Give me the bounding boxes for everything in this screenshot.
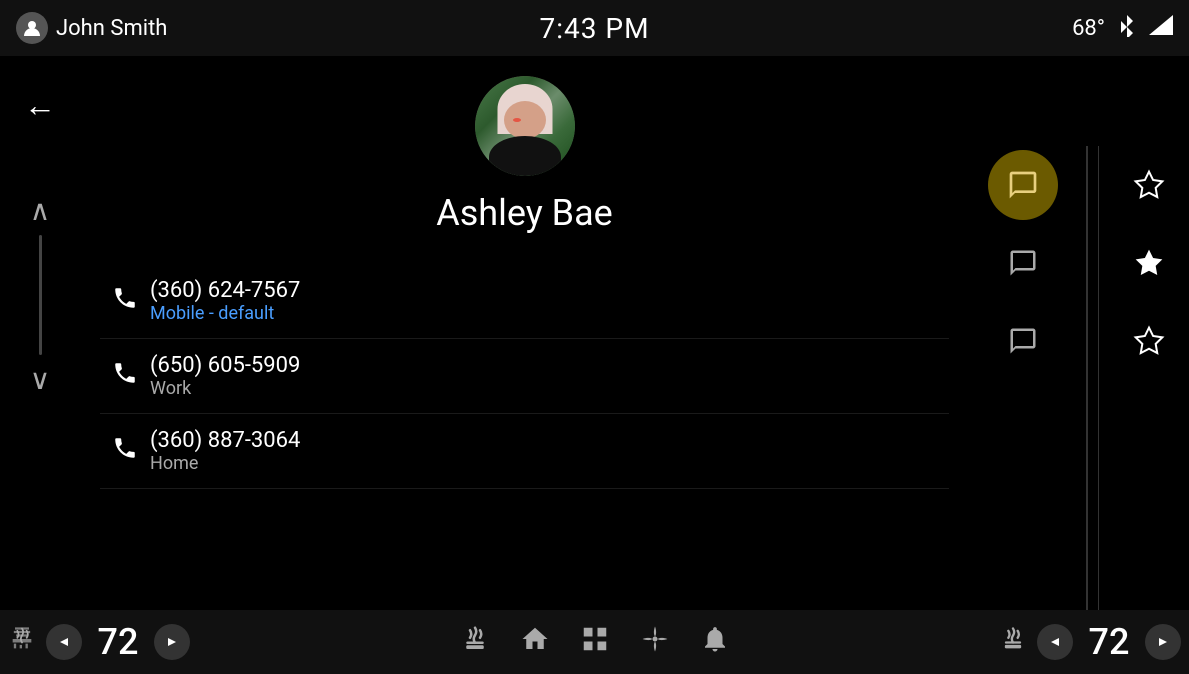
status-bar: John Smith 7:43 PM 68° [0,0,1189,56]
signal-icon [1149,15,1173,41]
home-button[interactable] [520,624,550,661]
message-button-1[interactable] [983,146,1063,224]
status-bar-right: 68° [787,13,1173,43]
scroll-indicator [39,235,42,355]
phone-entry-2[interactable]: (650) 605-5909 Work [100,339,949,414]
phone-entry-3[interactable]: (360) 887-3064 Home [100,414,949,489]
phone-number-2: (650) 605-5909 [150,353,949,378]
phone-list: (360) 624-7567 Mobile - default (650) 60… [80,264,969,489]
phone-details-2: (650) 605-5909 Work [150,353,949,399]
user-avatar-icon [16,12,48,44]
left-temp-down-button[interactable] [46,624,82,660]
message-button-2[interactable] [983,224,1063,302]
nav-icons [460,624,730,661]
bottom-bar: 72 [0,610,1189,674]
star-btn-2[interactable] [1124,238,1174,288]
star-btn-3[interactable] [1124,316,1174,366]
left-temp-control: 72 [8,621,190,663]
right-seat-heat-icon [999,625,1027,659]
left-seat-heat-icon [8,625,36,659]
star-buttons-column [1098,146,1189,610]
message-button-3[interactable] [983,302,1063,380]
status-bar-left: John Smith [16,12,402,44]
phone-label-1: Mobile - default [150,303,949,324]
phone-label-2: Work [150,378,949,399]
right-temp-down-button[interactable] [1037,624,1073,660]
outside-temp: 68° [1072,16,1105,41]
seat-heat-left-icon[interactable] [460,624,490,660]
left-temp-up-button[interactable] [154,624,190,660]
current-time: 7:43 PM [402,12,788,45]
message-btn-2[interactable] [988,228,1058,298]
star-button-2[interactable] [1109,224,1189,302]
phone-details-1: (360) 624-7567 Mobile - default [150,278,949,324]
star-btn-1[interactable] [1124,160,1174,210]
right-temp-value: 72 [1079,621,1139,663]
bluetooth-icon [1117,13,1137,43]
avatar-image [475,76,575,176]
grid-button[interactable] [580,624,610,661]
message-btn-active[interactable] [988,150,1058,220]
contact-avatar [475,76,575,176]
phone-icon-2 [100,360,150,393]
right-temp-control: 72 [999,621,1181,663]
left-sidebar: ← ∧ ∨ [0,56,80,610]
actions-wrapper [969,56,1189,610]
scroll-down-button[interactable]: ∨ [30,363,51,396]
phone-number-1: (360) 624-7567 [150,278,949,303]
phone-icon-1 [100,285,150,318]
star-button-3[interactable] [1109,302,1189,380]
user-name: John Smith [56,16,167,41]
phone-entry-1[interactable]: (360) 624-7567 Mobile - default [100,264,949,339]
phone-icon-3 [100,435,150,468]
main-content: ← ∧ ∨ Ashley Bae [0,56,1189,610]
contact-section: Ashley Bae (360) 624-7567 Mobile - defau… [80,56,969,610]
vertical-divider [1086,146,1088,610]
left-temp-value: 72 [88,621,148,663]
phone-number-3: (360) 887-3064 [150,428,949,453]
right-temp-up-button[interactable] [1145,624,1181,660]
bell-button[interactable] [700,624,730,661]
phone-label-3: Home [150,453,949,474]
message-buttons-column [969,146,1076,610]
back-button[interactable]: ← [24,86,56,124]
fan-button[interactable] [640,624,670,661]
scroll-up-button[interactable]: ∧ [30,194,51,227]
star-button-1[interactable] [1109,146,1189,224]
message-btn-3[interactable] [988,306,1058,376]
phone-details-3: (360) 887-3064 Home [150,428,949,474]
contact-name: Ashley Bae [436,192,613,234]
